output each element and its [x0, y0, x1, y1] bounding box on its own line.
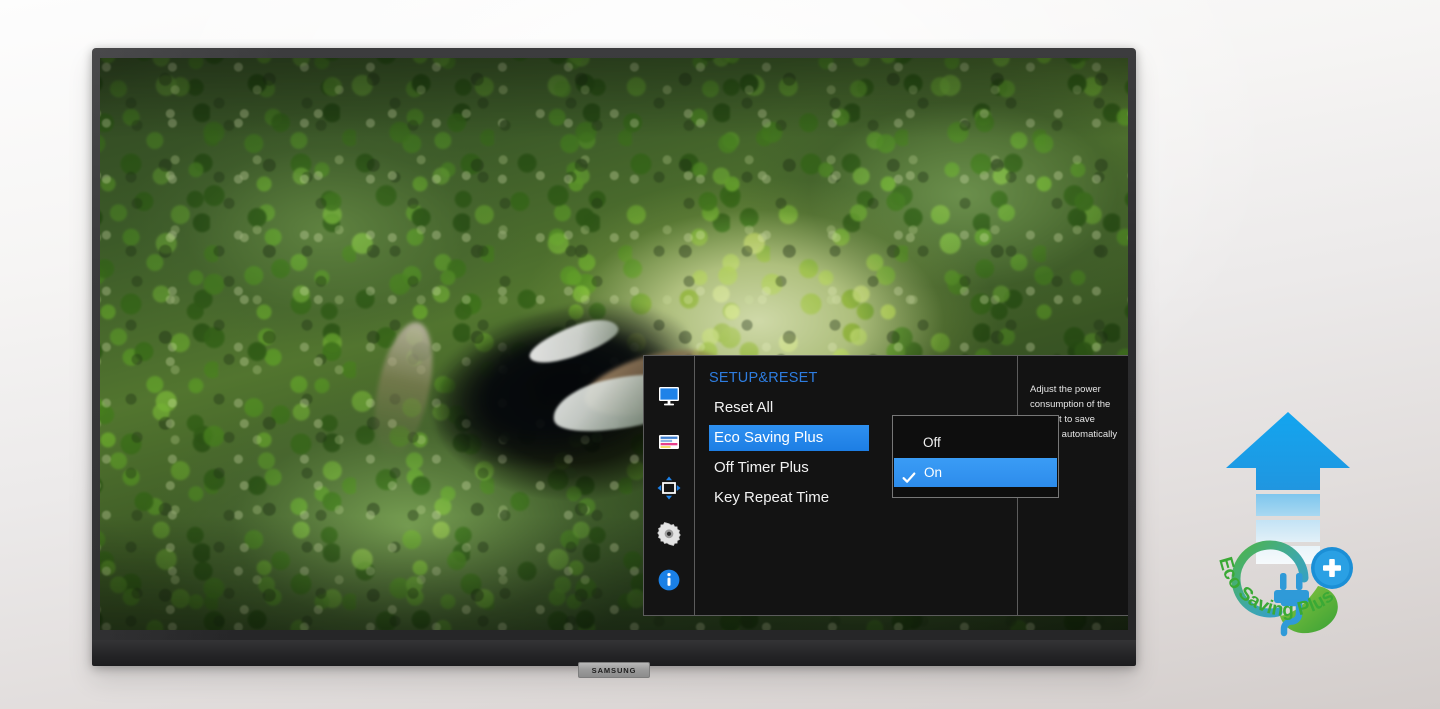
samsung-logo-badge: SAMSUNG [578, 662, 650, 678]
monitor: SETUP&RESET Reset All Eco Saving Plus Of… [92, 48, 1136, 678]
osd-menu-item-eco-saving-plus[interactable]: Eco Saving Plus [709, 425, 869, 451]
dropdown-option-off[interactable]: Off [893, 428, 1058, 457]
dropdown-option-on-label: On [924, 465, 943, 480]
setup-reset-gear-icon[interactable] [657, 522, 681, 546]
osd-main-panel[interactable]: SETUP&RESET Reset All Eco Saving Plus Of… [694, 355, 1059, 616]
color-icon[interactable] [657, 430, 681, 454]
osd-menu-item-key-repeat-time[interactable]: Key Repeat Time [709, 485, 869, 511]
samsung-wordmark: SAMSUNG [591, 665, 637, 675]
information-icon[interactable] [657, 568, 681, 592]
dropdown-option-on[interactable]: On [894, 458, 1057, 487]
monitor-screen: SETUP&RESET Reset All Eco Saving Plus Of… [100, 58, 1128, 630]
plus-badge-icon [1311, 547, 1353, 589]
dropdown-option-off-label: Off [923, 435, 941, 450]
osd-menu[interactable]: SETUP&RESET Reset All Eco Saving Plus Of… [643, 355, 1128, 616]
eco-saving-plus-graphic: Eco Saving Plus [1200, 408, 1380, 643]
osd-menu-item-off-timer-plus[interactable]: Off Timer Plus [709, 455, 869, 481]
picture-icon[interactable] [657, 384, 681, 408]
upward-arrow-icon [1226, 412, 1350, 564]
osd-icon-rail[interactable] [643, 355, 694, 616]
osd-menu-item-reset-all[interactable]: Reset All [709, 395, 869, 421]
eco-saving-plus-dropdown[interactable]: Off On [892, 415, 1059, 498]
screen-adjust-icon[interactable] [657, 476, 681, 500]
osd-title: SETUP&RESET [709, 370, 818, 386]
check-icon [902, 466, 916, 483]
